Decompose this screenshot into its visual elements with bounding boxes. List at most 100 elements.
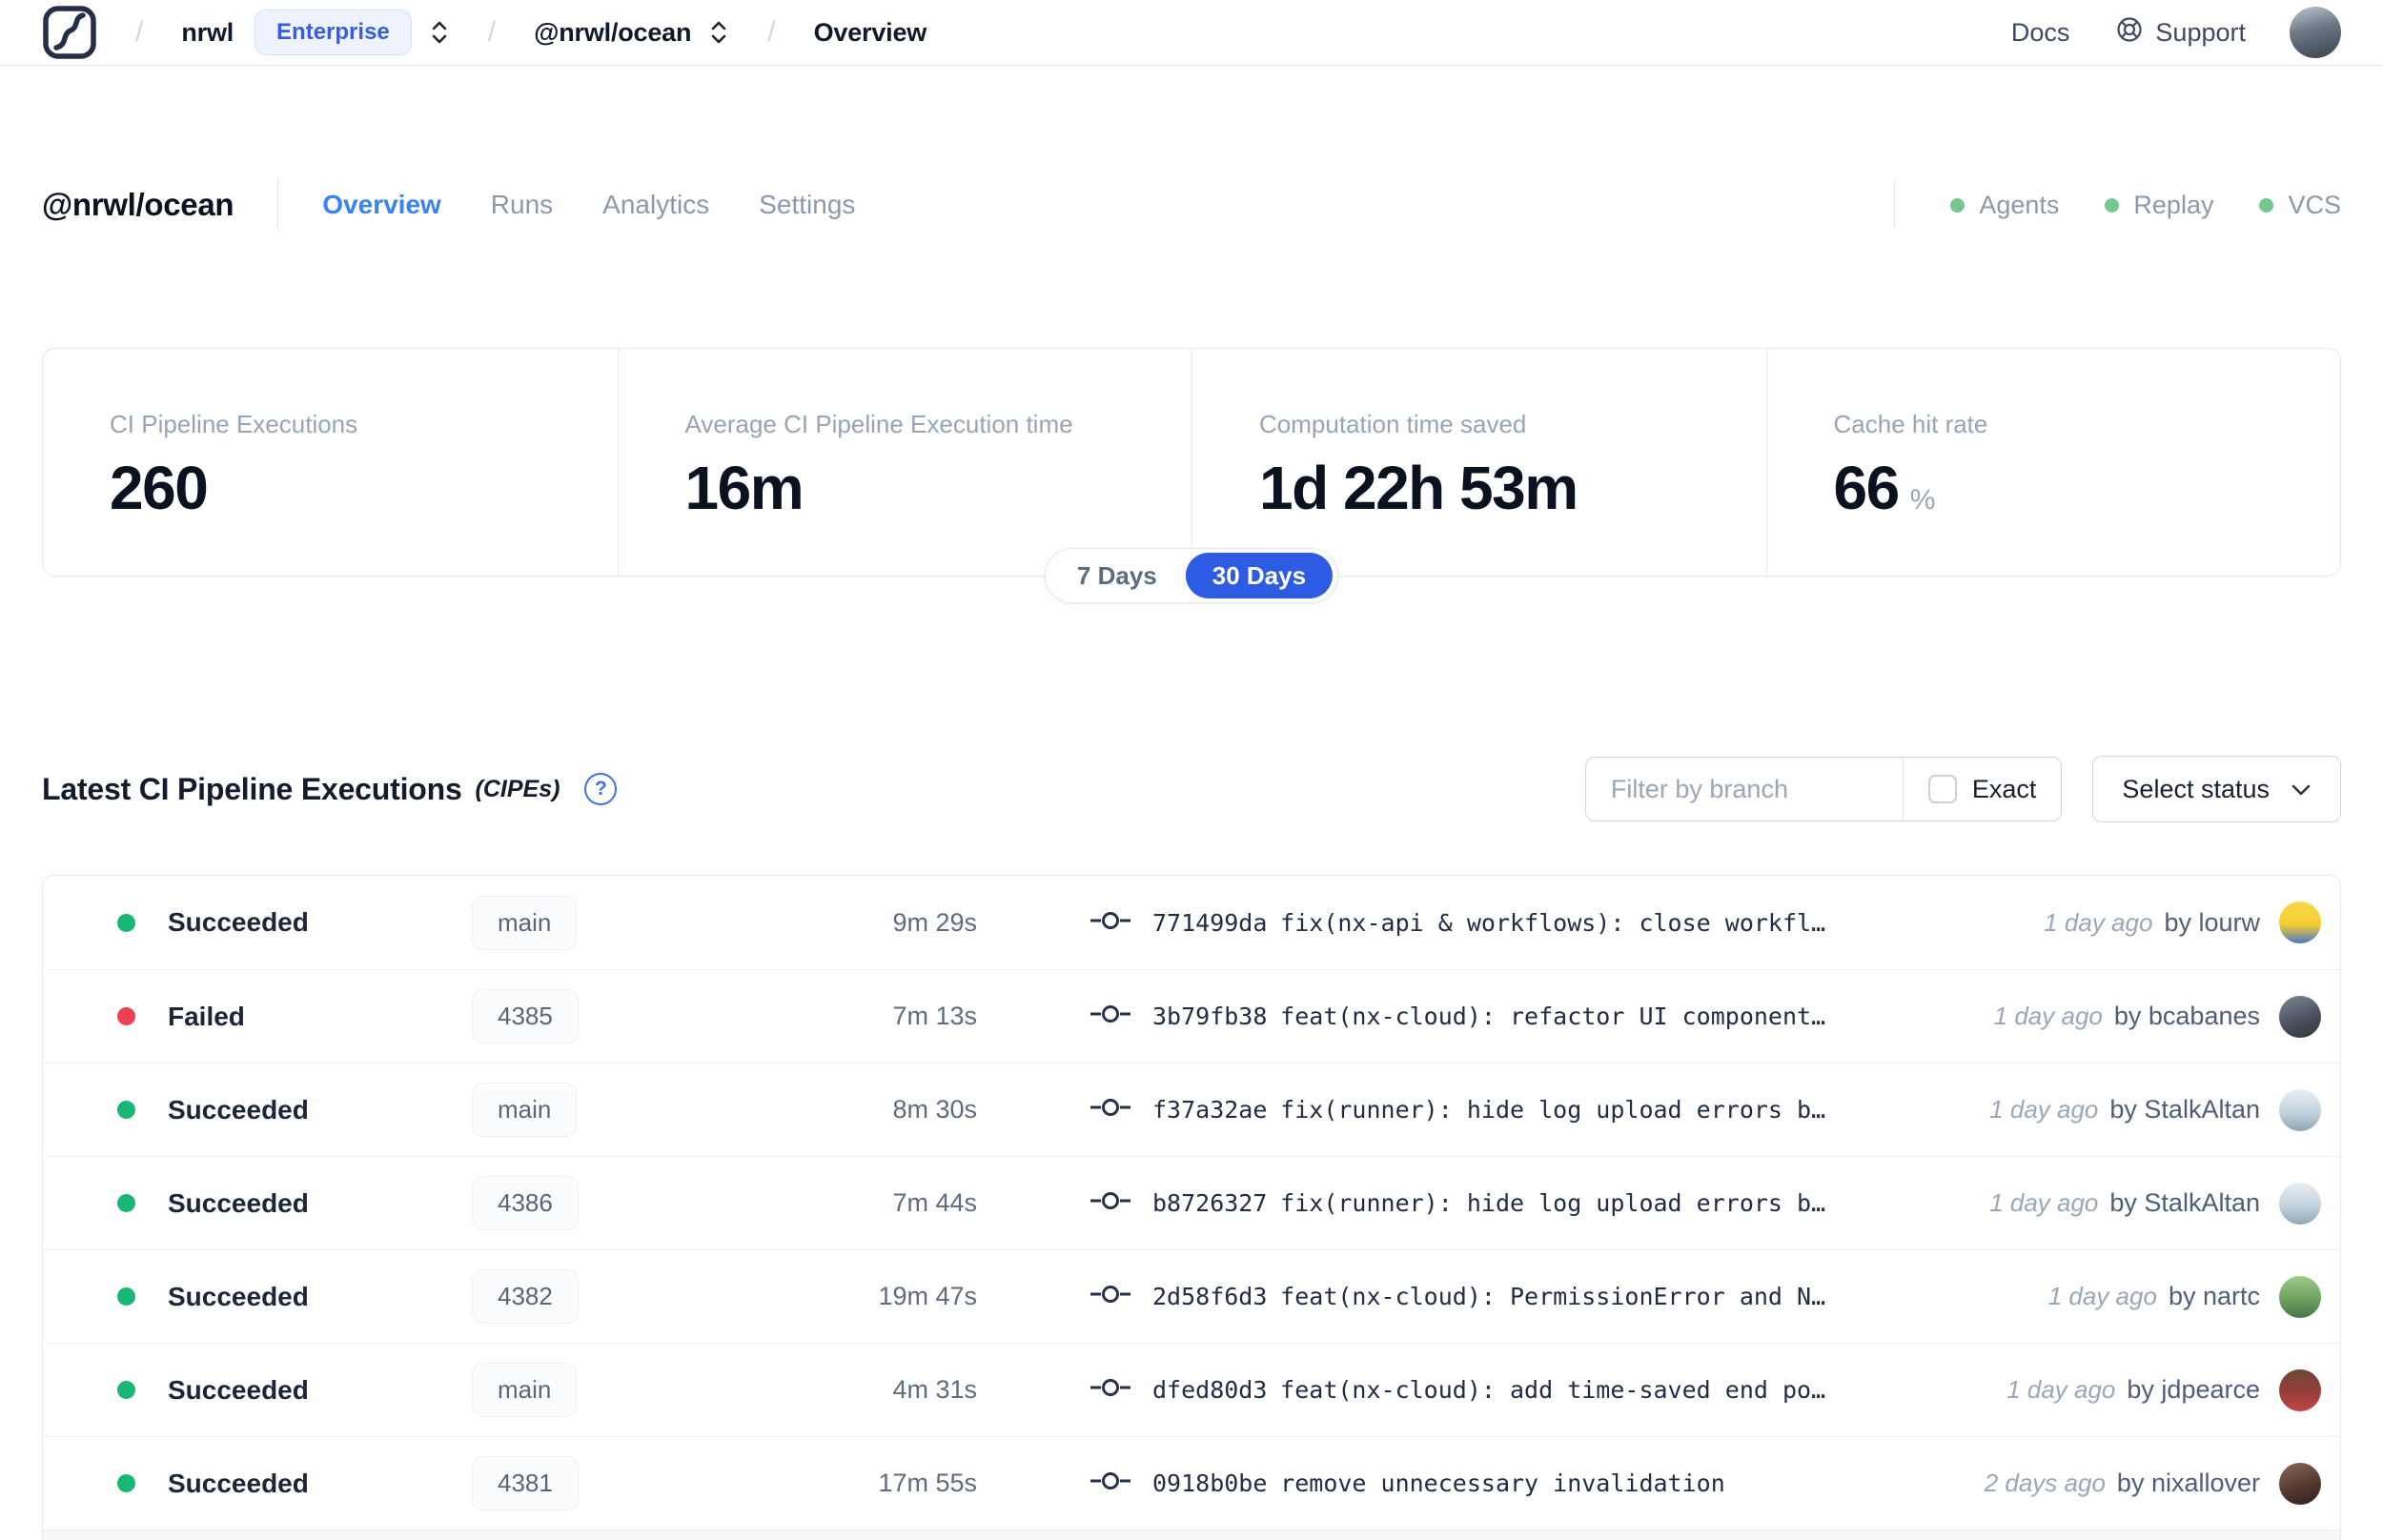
breadcrumb-org[interactable]: nrwl [181, 18, 234, 48]
row-avatar[interactable] [2279, 902, 2321, 943]
nx-cloud-dashboard: / nrwl Enterprise / @nrwl/ocean / Overvi… [0, 0, 2383, 1540]
commit-hash: 0918b0be [1152, 1469, 1268, 1497]
support-label: Support [2155, 17, 2246, 47]
status-label: Succeeded [168, 1187, 309, 1218]
row-avatar[interactable] [2279, 995, 2321, 1038]
commit-hash: 3b79fb38 [1152, 1003, 1268, 1030]
status-dot [117, 1007, 135, 1025]
indicator-label: Replay [2133, 190, 2214, 219]
range-option-30-days[interactable]: 30 Days [1185, 553, 1334, 598]
commit-text[interactable]: 0918b0be remove unnecessary invalidation [1152, 1469, 1725, 1497]
table-row[interactable]: Succeeded 4381 17m 55s 0918b0be remove un… [43, 1436, 2340, 1530]
breadcrumb-separator: / [135, 16, 144, 48]
stat-label: Cache hit rate [1833, 410, 1988, 438]
commit-message: feat(nx-cloud): PermissionError and N… [1280, 1283, 1826, 1310]
author: by StalkAltan [2109, 1188, 2260, 1217]
branch-filter-group: Exact [1584, 757, 2063, 821]
status-dot [117, 1194, 135, 1212]
table-row[interactable]: Succeeded 4386 7m 44s b8726327 fix(runner… [43, 1156, 2340, 1249]
commit-text[interactable]: 771499da fix(nx-api & workflows): close w… [1152, 909, 1825, 937]
status-label: Succeeded [168, 907, 309, 937]
status-dot [117, 1101, 135, 1119]
row-avatar[interactable] [2279, 1462, 2321, 1505]
row-avatar[interactable] [2279, 1088, 2321, 1131]
time-ago: 1 day ago [2047, 1282, 2157, 1310]
commit-icon [1090, 911, 1131, 935]
select-status-button[interactable]: Select status [2092, 756, 2341, 822]
time-ago: 2 days ago [1984, 1469, 2106, 1497]
breadcrumb-page[interactable]: Overview [814, 18, 927, 48]
branch-badge[interactable]: main [472, 895, 578, 950]
commit-icon [1090, 1004, 1131, 1028]
enterprise-badge[interactable]: Enterprise [255, 10, 412, 55]
table-row[interactable]: Succeeded main 8m 30s f37a32ae fix(runner… [43, 1063, 2340, 1156]
indicator-agents[interactable]: Agents [1950, 191, 2059, 220]
table-row[interactable]: Failed 4385 7m 13s 3b79fb38 feat(nx-cloud… [43, 969, 2340, 1063]
tab-settings[interactable]: Settings [759, 190, 855, 220]
stat-label: Computation time saved [1259, 410, 1527, 438]
row-avatar[interactable] [2279, 1368, 2321, 1411]
table-row[interactable]: Succeeded main 9m 29s 771499da fix(nx-api… [43, 876, 2340, 969]
green-status-dot [2105, 197, 2120, 213]
branch-badge[interactable]: 4381 [472, 1456, 579, 1510]
section-title-suffix: (CIPEs) [475, 775, 560, 802]
status-label: Succeeded [168, 1374, 309, 1405]
commit-hash: b8726327 [1152, 1189, 1268, 1217]
branch-badge[interactable]: main [472, 1363, 578, 1417]
duration: 4m 31s [892, 1375, 977, 1404]
commit-text[interactable]: 2d58f6d3 feat(nx-cloud): PermissionError … [1152, 1283, 1825, 1310]
row-avatar[interactable] [2279, 1275, 2321, 1318]
commit-text[interactable]: 3b79fb38 feat(nx-cloud): refactor UI comp… [1152, 1003, 1825, 1030]
next-row-partial [43, 1530, 2340, 1540]
branch-filter-input[interactable] [1585, 774, 1903, 804]
branch-badge[interactable]: 4385 [472, 989, 579, 1044]
tab-runs[interactable]: Runs [491, 190, 553, 220]
indicator-vcs[interactable]: VCS [2259, 191, 2341, 220]
exact-toggle[interactable]: Exact [1904, 775, 2062, 804]
commit-text[interactable]: b8726327 fix(runner): hide log upload err… [1152, 1189, 1825, 1217]
commit-message: remove unnecessary invalidation [1280, 1469, 1725, 1497]
table-row[interactable]: Succeeded main 4m 31s dfed80d3 feat(nx-cl… [43, 1343, 2340, 1436]
page-title: @nrwl/ocean [42, 187, 234, 222]
breadcrumb: / nrwl Enterprise / @nrwl/ocean / Overvi… [42, 5, 927, 60]
topbar-actions: Docs Support [2011, 7, 2341, 58]
workspace-header: @nrwl/ocean Overview Runs Analytics Sett… [42, 178, 2341, 232]
commit-text[interactable]: dfed80d3 feat(nx-cloud): add time-saved e… [1152, 1376, 1825, 1404]
user-avatar[interactable] [2290, 7, 2341, 58]
tab-analytics[interactable]: Analytics [602, 190, 709, 220]
time-ago: 1 day ago [1989, 1188, 2099, 1217]
duration: 9m 29s [892, 907, 977, 937]
divider [277, 178, 279, 232]
status-label: Succeeded [168, 1281, 309, 1311]
breadcrumb-workspace[interactable]: @nrwl/ocean [534, 18, 691, 48]
stat-value: 260 [110, 454, 209, 522]
exact-checkbox[interactable] [1927, 775, 1957, 803]
breadcrumb-separator: / [487, 16, 497, 48]
range-option-7-days[interactable]: 7 Days [1050, 553, 1184, 598]
docs-link[interactable]: Docs [2011, 18, 2070, 48]
branch-badge[interactable]: main [472, 1083, 578, 1137]
commit-message: fix(nx-api & workflows): close workfl… [1280, 908, 1826, 937]
branch-badge[interactable]: 4386 [472, 1176, 579, 1230]
support-link[interactable]: Support [2115, 15, 2246, 51]
status-dot [117, 913, 135, 932]
select-status-label: Select status [2122, 774, 2270, 803]
commit-text[interactable]: f37a32ae fix(runner): hide log upload err… [1152, 1096, 1825, 1124]
tab-overview[interactable]: Overview [322, 190, 441, 220]
branch-badge[interactable]: 4382 [472, 1269, 579, 1324]
stat-cache-hit-rate: Cache hit rate 66% [1765, 349, 2341, 576]
status-label: Failed [168, 1001, 245, 1031]
table-row[interactable]: Succeeded 4382 19m 47s 2d58f6d3 feat(nx-c… [43, 1249, 2340, 1343]
indicator-replay[interactable]: Replay [2105, 191, 2213, 220]
row-avatar[interactable] [2279, 1182, 2321, 1225]
stat-average-execution-time: Average CI Pipeline Execution time 16m [617, 349, 1192, 576]
org-selector-chevrons-icon[interactable] [429, 18, 450, 47]
workspace-selector-chevrons-icon[interactable] [708, 18, 729, 47]
stat-label: Average CI Pipeline Execution time [684, 410, 1073, 438]
commit-hash: 771499da [1152, 908, 1268, 937]
nx-cloud-logo-icon[interactable] [42, 5, 97, 60]
stat-value: 66 [1833, 454, 1901, 522]
time-ago: 1 day ago [2006, 1375, 2116, 1404]
help-icon[interactable]: ? [584, 773, 618, 805]
chevron-down-icon [2291, 775, 2312, 804]
